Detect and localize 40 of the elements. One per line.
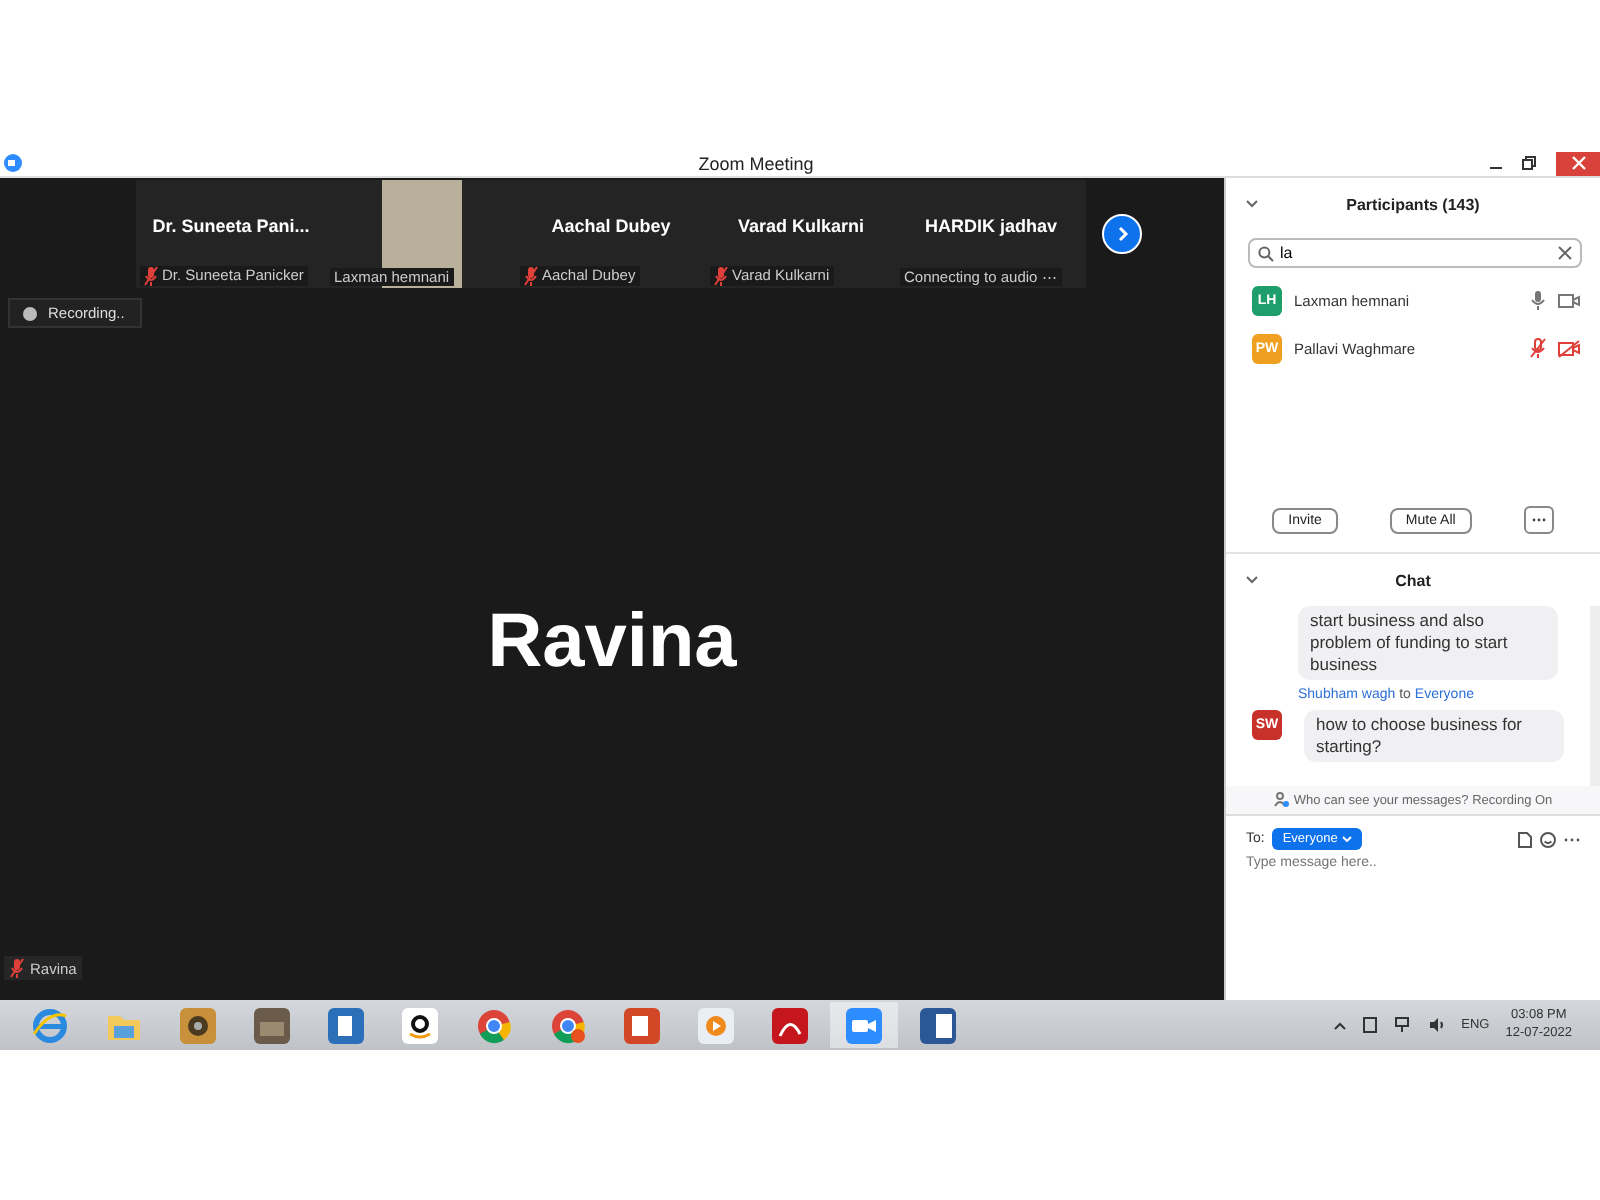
chevron-down-icon[interactable] [1246,576,1258,584]
chevron-up-icon[interactable] [1333,1021,1346,1029]
participant-name: HARDIK jadhav [924,215,1057,235]
next-page-button[interactable] [1102,213,1142,253]
chat-title: Chat [1395,571,1431,589]
window-title: Zoom Meeting [696,153,816,173]
video-icon[interactable] [1558,291,1580,309]
speaker-icon[interactable] [1427,1016,1446,1034]
video-camera-app-icon[interactable] [844,1005,884,1045]
search-icon [1258,245,1274,261]
video-off-icon[interactable] [1558,339,1580,357]
mic-icon[interactable] [1530,290,1546,310]
muted-mic-icon[interactable] [1530,338,1546,358]
smile-app-icon[interactable] [400,1005,440,1045]
document-app-icon[interactable] [326,1005,366,1045]
participant-name: Dr. Suneeta Pani... [152,215,310,235]
restore-icon[interactable] [1522,156,1536,170]
file-icon[interactable] [1518,831,1532,847]
clear-icon[interactable] [1558,246,1572,260]
chevron-down-icon[interactable] [1246,200,1258,208]
participants-title: Participants (143) [1346,195,1480,213]
search-field[interactable]: la [1248,238,1582,268]
active-speaker-name: Ravina [487,599,737,685]
chevron-right-icon [1114,225,1130,241]
tray-app-icon[interactable] [1361,1016,1378,1034]
slides-app-icon[interactable] [622,1005,662,1045]
toolbox-app-icon[interactable] [252,1005,292,1045]
person-icon [1273,792,1290,808]
chat-message: start business and also problem of funding to start business [1298,606,1558,680]
close-button[interactable] [1556,151,1600,175]
pdf-app-icon[interactable] [770,1005,810,1045]
more-options-button[interactable] [1523,506,1554,534]
close-icon [1571,156,1585,170]
webcam-app-icon[interactable] [178,1005,218,1045]
chat-message: how to choose business for starting? [1304,710,1564,762]
network-icon[interactable] [1393,1016,1412,1034]
participant-name: Aachal Dubey [551,215,671,235]
emoji-icon[interactable] [1540,831,1556,847]
caret-icon [1341,836,1352,842]
participant-name: Varad Kulkarni [737,215,865,235]
